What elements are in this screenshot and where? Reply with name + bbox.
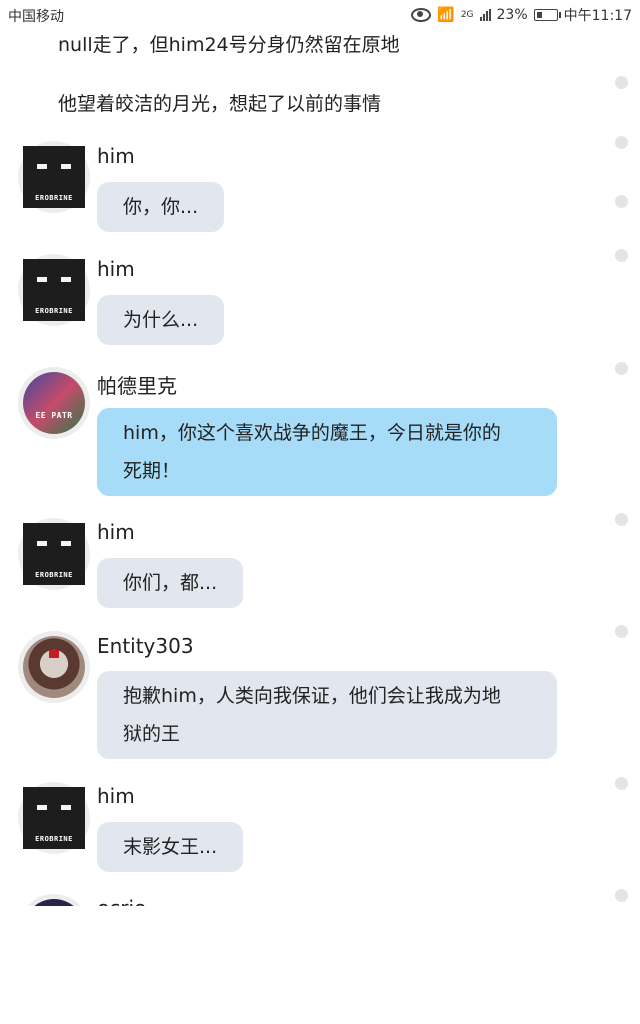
scroll-dot xyxy=(615,195,628,208)
herobrine-avatar[interactable]: EROBRINE xyxy=(18,782,90,854)
herobrine-avatar[interactable]: EROBRINE xyxy=(18,254,90,326)
carrier-label: 中国移动 xyxy=(8,9,64,25)
herobrine-avatar[interactable]: EROBRINE xyxy=(18,518,90,590)
scroll-dot xyxy=(615,249,628,262)
message-bubble-highlight[interactable]: him，你这个喜欢战争的魔王，今日就是你的 死期！ xyxy=(97,408,557,496)
battery-percent: 23% xyxy=(496,7,528,23)
sender-name: him xyxy=(97,144,135,168)
message-bubble[interactable]: 为什么... xyxy=(97,295,225,345)
status-icons: 📶 2G 23% 中午11:17 xyxy=(411,5,632,25)
wifi-icon: 📶 xyxy=(437,7,455,23)
message-text: 死期！ xyxy=(123,460,181,482)
herobrine-avatar[interactable]: EROBRINE xyxy=(18,141,90,213)
signal-icon xyxy=(479,9,491,21)
scroll-dot xyxy=(615,625,628,638)
message-bubble[interactable]: 你们，都... xyxy=(97,558,244,608)
clock: 中午11:17 xyxy=(563,8,632,24)
network-type-label: 2G xyxy=(460,10,474,20)
message-text: 抱歉him，人类向我保证，他们会让我成为地 xyxy=(123,685,501,707)
message-text: 你，你... xyxy=(123,196,199,218)
sender-name: him xyxy=(97,257,135,281)
sender-name: him xyxy=(97,784,135,808)
scroll-dot xyxy=(615,76,628,89)
patrick-avatar[interactable]: EE PATR xyxy=(18,367,90,439)
message-bubble[interactable]: 你，你... xyxy=(97,182,225,232)
eye-comfort-icon xyxy=(411,8,432,22)
sender-name: ecrio xyxy=(97,896,146,906)
narration-line: 他望着皎洁的月光，想起了以前的事情 xyxy=(58,93,382,115)
battery-charging-icon xyxy=(533,9,561,21)
sender-name: Entity303 xyxy=(97,634,194,658)
chat-message-partial: ecrio xyxy=(0,880,640,906)
scroll-dot xyxy=(615,362,628,375)
narration-line: null走了，但him24号分身仍然留在原地 xyxy=(58,34,400,56)
message-bubble[interactable]: 末影女王... xyxy=(97,822,244,872)
message-bubble[interactable]: 抱歉him，人类向我保证，他们会让我成为地 狱的王 xyxy=(97,671,557,759)
status-bar: 中国移动 📶 2G 23% 中午11:17 xyxy=(0,0,640,30)
message-text: 末影女王... xyxy=(123,836,218,858)
scroll-dot xyxy=(615,513,628,526)
message-text: 你们，都... xyxy=(123,572,218,594)
message-text: 狱的王 xyxy=(123,723,181,745)
scroll-dot xyxy=(615,777,628,790)
message-text: 为什么... xyxy=(123,309,199,331)
scroll-dot xyxy=(615,136,628,149)
sender-name: him xyxy=(97,520,135,544)
message-text: him，你这个喜欢战争的魔王，今日就是你的 xyxy=(123,422,501,444)
partial-avatar[interactable] xyxy=(18,894,90,906)
sender-name: 帕德里克 xyxy=(97,374,177,398)
entity303-avatar[interactable] xyxy=(18,631,90,703)
